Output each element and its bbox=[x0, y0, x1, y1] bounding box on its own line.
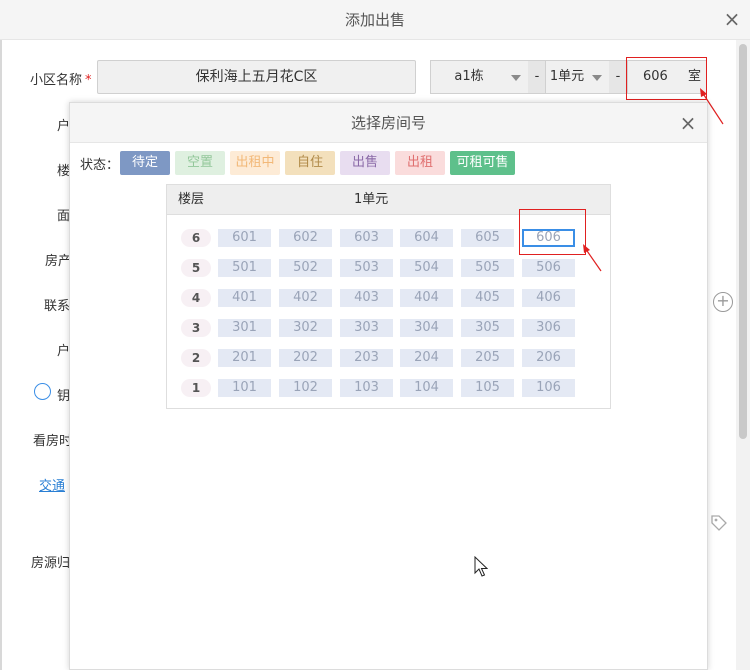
room-cell[interactable]: 302 bbox=[279, 319, 332, 337]
required-mark: * bbox=[85, 73, 92, 88]
separator: - bbox=[609, 60, 627, 94]
room-cell[interactable]: 403 bbox=[340, 289, 393, 307]
room-cell[interactable]: 204 bbox=[400, 349, 453, 367]
tag-icon[interactable] bbox=[710, 514, 728, 532]
room-cell[interactable]: 506 bbox=[522, 259, 575, 277]
dialog-border bbox=[0, 40, 2, 670]
form-label: 看房时 bbox=[33, 434, 73, 449]
room-cell[interactable]: 601 bbox=[218, 229, 271, 247]
room-cell[interactable]: 605 bbox=[461, 229, 514, 247]
status-chip: 待定 bbox=[120, 151, 170, 175]
room-cell[interactable]: 502 bbox=[279, 259, 332, 277]
floor-number: 5 bbox=[181, 259, 211, 277]
dialog-close-icon[interactable]: × bbox=[722, 9, 742, 29]
room-cell[interactable]: 303 bbox=[340, 319, 393, 337]
room-cell[interactable]: 103 bbox=[340, 379, 393, 397]
status-chip: 出售 bbox=[340, 151, 390, 175]
mouse-cursor-icon bbox=[474, 556, 488, 577]
room-cell[interactable]: 102 bbox=[279, 379, 332, 397]
form-label: 联系 bbox=[44, 299, 71, 314]
status-chip: 出租 bbox=[395, 151, 445, 175]
room-cell[interactable]: 201 bbox=[218, 349, 271, 367]
status-chip: 可租可售 bbox=[450, 151, 515, 175]
annotation-box bbox=[519, 209, 586, 255]
unit-column-header: 1单元 bbox=[354, 192, 389, 207]
room-cell[interactable]: 206 bbox=[522, 349, 575, 367]
floor-number: 6 bbox=[181, 229, 211, 247]
room-cell[interactable]: 306 bbox=[522, 319, 575, 337]
room-cell[interactable]: 602 bbox=[279, 229, 332, 247]
separator: - bbox=[528, 60, 546, 94]
form-label: 房源归 bbox=[31, 556, 71, 571]
form-label: 房产 bbox=[45, 254, 72, 269]
scrollbar-thumb[interactable] bbox=[739, 44, 747, 439]
add-icon[interactable]: + bbox=[713, 292, 733, 312]
room-cell[interactable]: 406 bbox=[522, 289, 575, 307]
room-cell[interactable]: 101 bbox=[218, 379, 271, 397]
room-cell[interactable]: 505 bbox=[461, 259, 514, 277]
room-cell[interactable]: 504 bbox=[400, 259, 453, 277]
building-select-value: a1栋 bbox=[454, 69, 484, 84]
room-cell[interactable]: 305 bbox=[461, 319, 514, 337]
community-label-text: 小区名称 bbox=[30, 73, 83, 88]
status-chip: 空置 bbox=[175, 151, 225, 175]
traffic-link[interactable]: 交通 bbox=[39, 475, 65, 494]
annotation-arrow-icon bbox=[583, 244, 602, 272]
room-cell[interactable]: 503 bbox=[340, 259, 393, 277]
room-cell[interactable]: 603 bbox=[340, 229, 393, 247]
unit-select[interactable]: 1单元 bbox=[545, 60, 611, 94]
room-picker-title: 选择房间号 bbox=[350, 114, 426, 132]
status-chip: 自住 bbox=[285, 151, 335, 175]
unit-select-value: 1单元 bbox=[549, 69, 585, 84]
room-cell[interactable]: 106 bbox=[522, 379, 575, 397]
annotation-box bbox=[626, 57, 707, 100]
room-cell[interactable]: 401 bbox=[218, 289, 271, 307]
floor-number: 3 bbox=[181, 319, 211, 337]
room-cell[interactable]: 501 bbox=[218, 259, 271, 277]
floor-column-header: 楼层 bbox=[178, 192, 205, 207]
room-cell[interactable]: 202 bbox=[279, 349, 332, 367]
community-label: 小区名称 * bbox=[30, 69, 92, 88]
room-cell[interactable]: 203 bbox=[340, 349, 393, 367]
room-cell[interactable]: 105 bbox=[461, 379, 514, 397]
dialog-title: 添加出售 bbox=[344, 11, 405, 29]
radio-button[interactable] bbox=[34, 383, 51, 400]
room-cell[interactable]: 402 bbox=[279, 289, 332, 307]
room-cell[interactable]: 304 bbox=[400, 319, 453, 337]
room-cell[interactable]: 104 bbox=[400, 379, 453, 397]
room-picker-dialog: 选择房间号 × 状态： 待定 空置 出租中 自住 出售 出租 可租可售 楼层 1单元 6 60… bbox=[69, 102, 708, 670]
community-input[interactable]: 保利海上五月花C区 bbox=[97, 60, 416, 94]
chevron-down-icon bbox=[511, 75, 521, 81]
floor-number: 1 bbox=[181, 379, 211, 397]
room-picker-titlebar: 选择房间号 × bbox=[70, 103, 707, 143]
floor-number: 4 bbox=[181, 289, 211, 307]
building-select[interactable]: a1栋 bbox=[430, 60, 530, 94]
status-chip: 出租中 bbox=[230, 151, 280, 175]
room-cell[interactable]: 604 bbox=[400, 229, 453, 247]
floor-number: 2 bbox=[181, 349, 211, 367]
chevron-down-icon bbox=[592, 75, 602, 81]
room-picker-close-icon[interactable]: × bbox=[678, 113, 698, 133]
room-cell[interactable]: 301 bbox=[218, 319, 271, 337]
room-cell[interactable]: 404 bbox=[400, 289, 453, 307]
status-label: 状态： bbox=[80, 158, 120, 173]
dialog-titlebar: 添加出售 × bbox=[0, 0, 750, 40]
room-cell[interactable]: 205 bbox=[461, 349, 514, 367]
room-cell[interactable]: 405 bbox=[461, 289, 514, 307]
